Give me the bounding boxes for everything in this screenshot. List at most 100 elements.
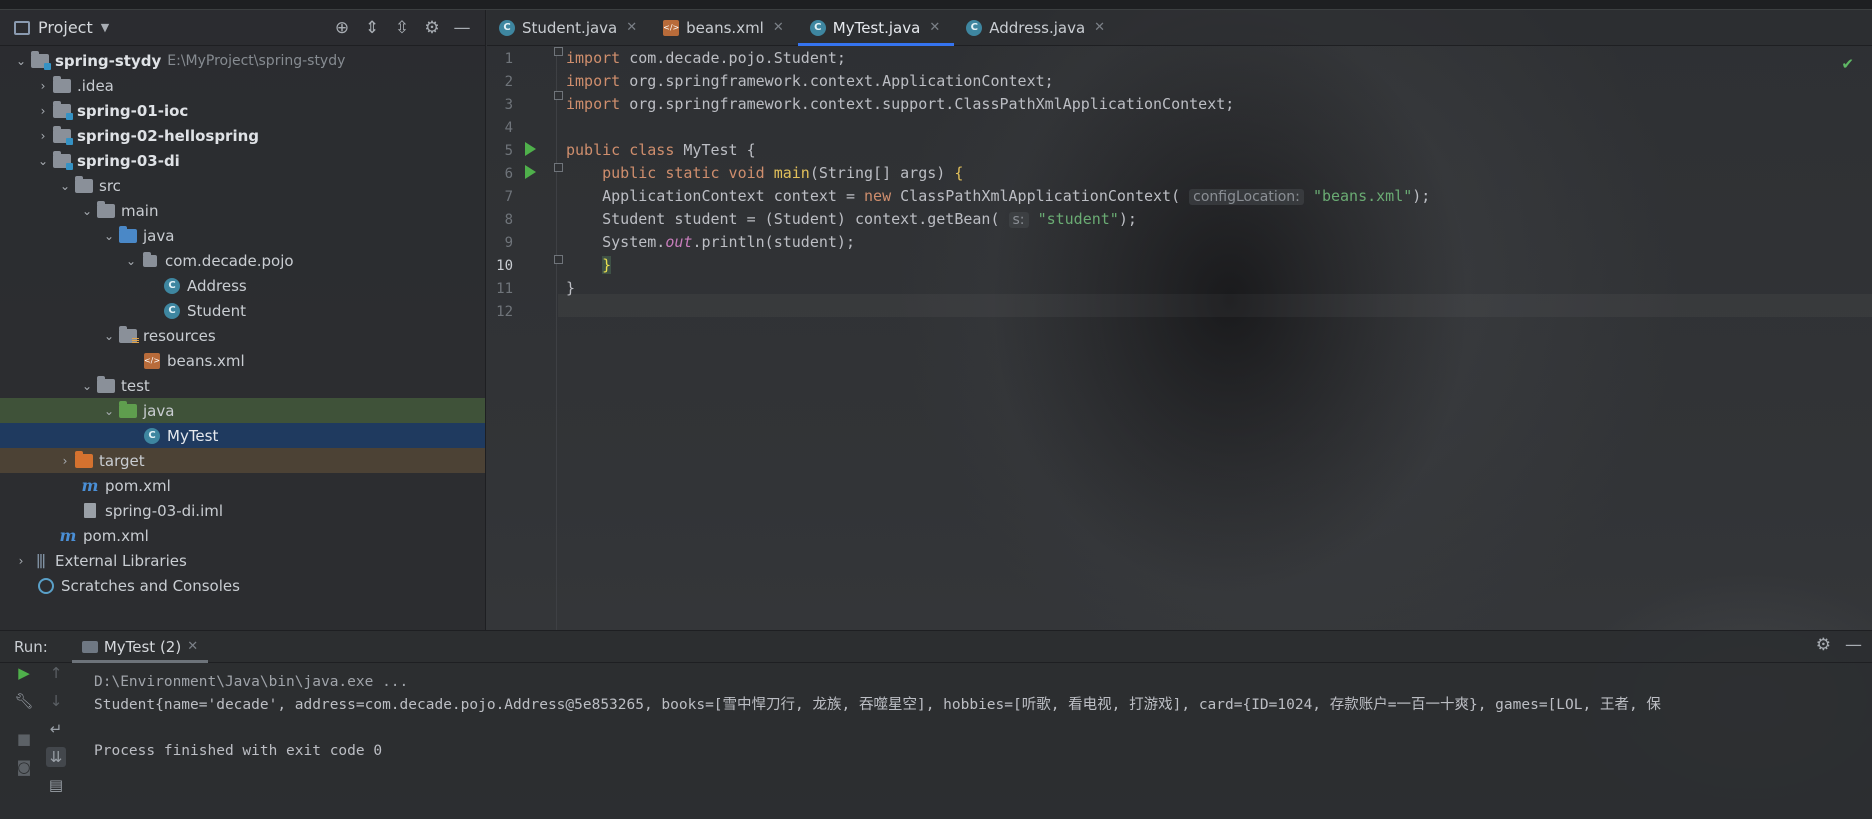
- rerun-icon[interactable]: ▶: [14, 663, 34, 683]
- tree-item-external-libraries[interactable]: › ||| External Libraries: [0, 548, 485, 573]
- chevron-right-icon[interactable]: ›: [34, 104, 52, 118]
- console-output[interactable]: D:\Environment\Java\bin\java.exe ... Stu…: [94, 671, 1872, 763]
- expand-all-icon[interactable]: ⇕: [357, 15, 387, 41]
- class-icon: C: [164, 277, 180, 294]
- line-number: 12: [496, 304, 513, 320]
- code-line-10: }: [602, 256, 612, 274]
- folder-icon: [97, 200, 115, 218]
- tab-address-java[interactable]: C Address.java ✕: [954, 10, 1119, 45]
- tree-item-iml[interactable]: spring-03-di.iml: [0, 498, 485, 523]
- editor-tabs: C Student.java ✕ </> beans.xml ✕ C MyTes…: [487, 10, 1872, 46]
- run-config-icon: [81, 640, 98, 653]
- wrench-icon[interactable]: 🔧︎: [14, 691, 34, 711]
- tab-beans-xml[interactable]: </> beans.xml ✕: [651, 10, 798, 45]
- tree-item-java-test[interactable]: ⌄ java: [0, 398, 485, 423]
- tree-item-beans-xml[interactable]: </> beans.xml: [0, 348, 485, 373]
- fold-icon[interactable]: [554, 255, 563, 264]
- tree-item-main[interactable]: ⌄ main: [0, 198, 485, 223]
- chevron-down-icon[interactable]: ⌄: [100, 229, 118, 243]
- tab-mytest-java[interactable]: C MyTest.java ✕: [797, 10, 955, 46]
- chevron-down-icon[interactable]: ⌄: [78, 204, 96, 218]
- tree-item-target[interactable]: › target: [0, 448, 485, 473]
- chevron-down-icon[interactable]: ⌄: [100, 404, 118, 418]
- chevron-down-icon[interactable]: ⌄: [56, 179, 74, 193]
- close-icon[interactable]: ✕: [929, 20, 940, 35]
- scroll-to-end-icon[interactable]: ⇊: [46, 747, 66, 767]
- current-line-highlight: [558, 294, 1872, 317]
- arrow-down-icon[interactable]: ↓: [46, 691, 66, 711]
- tree-item-src[interactable]: ⌄ src: [0, 173, 485, 198]
- hide-panel-icon[interactable]: —: [1845, 635, 1862, 655]
- close-icon[interactable]: ✕: [773, 20, 784, 35]
- chevron-down-icon[interactable]: ⌄: [100, 329, 118, 343]
- stop-icon[interactable]: ■: [14, 729, 34, 749]
- chevron-right-icon[interactable]: ›: [34, 129, 52, 143]
- gear-icon[interactable]: ⚙: [1816, 635, 1831, 655]
- run-label: Run:: [14, 637, 48, 656]
- line-number: 2: [504, 74, 513, 90]
- tree-item-pom-root[interactable]: m pom.xml: [0, 523, 485, 548]
- chevron-right-icon[interactable]: ›: [34, 79, 52, 93]
- run-tab-mytest[interactable]: MyTest (2) ✕: [71, 631, 209, 663]
- tree-item-label: spring-stydy: [55, 51, 162, 70]
- static-field: out: [665, 233, 693, 251]
- title-bar-strip: [0, 0, 1872, 10]
- module-folder-icon: [31, 50, 51, 70]
- tree-item-pom-module[interactable]: m pom.xml: [0, 473, 485, 498]
- tree-item-spring-01-ioc[interactable]: › spring-01-ioc: [0, 98, 485, 123]
- source-folder-icon: [119, 225, 137, 243]
- locate-icon[interactable]: ⊕: [327, 15, 357, 41]
- run-class-icon[interactable]: [525, 142, 536, 156]
- fold-icon[interactable]: [554, 163, 563, 172]
- chevron-down-icon[interactable]: ⌄: [12, 54, 30, 68]
- no-problems-check-icon[interactable]: ✔: [1841, 55, 1854, 73]
- tab-student-java[interactable]: C Student.java ✕: [487, 10, 651, 45]
- camera-icon[interactable]: ◙: [14, 757, 34, 777]
- tree-item-student[interactable]: C Student: [0, 298, 485, 323]
- code-text: org.springframework.context.ApplicationC…: [629, 72, 1054, 90]
- console-line: D:\Environment\Java\bin\java.exe ...: [94, 674, 409, 690]
- chevron-right-icon[interactable]: ›: [56, 454, 74, 468]
- tree-item-test[interactable]: ⌄ test: [0, 373, 485, 398]
- tree-item-spring-03-di[interactable]: ⌄ spring-03-di: [0, 148, 485, 173]
- tree-item-spring-stydy[interactable]: ⌄ spring-stydy E:\MyProject\spring-stydy: [0, 48, 485, 73]
- chevron-right-icon[interactable]: ›: [12, 554, 30, 568]
- tree-item-java-main[interactable]: ⌄ java: [0, 223, 485, 248]
- excluded-folder-icon: [75, 450, 93, 468]
- parameter-hint: s:: [1008, 212, 1029, 228]
- tree-item-spring-02-hellospring[interactable]: › spring-02-hellospring: [0, 123, 485, 148]
- collapse-all-icon[interactable]: ⇳: [387, 15, 417, 41]
- code-line-1: import com.decade.pojo.Student;: [566, 49, 846, 67]
- tree-item-address[interactable]: C Address: [0, 273, 485, 298]
- project-view-selector[interactable]: Project ▼: [14, 18, 109, 37]
- tree-item-mytest[interactable]: C MyTest: [0, 423, 485, 448]
- code-editor[interactable]: 1 2 3 4 5 6 7 8 9 10 11 12 import com.de…: [487, 47, 1872, 630]
- soft-wrap-icon[interactable]: ↵: [46, 719, 66, 739]
- tree-item-package[interactable]: ⌄ com.decade.pojo: [0, 248, 485, 273]
- close-icon[interactable]: ✕: [1094, 20, 1105, 35]
- code-text: com.decade.pojo.Student;: [629, 49, 846, 67]
- gear-icon[interactable]: ⚙: [417, 15, 447, 41]
- tree-item-resources[interactable]: ⌄ resources: [0, 323, 485, 348]
- fold-icon[interactable]: [554, 91, 563, 100]
- tree-item-scratches[interactable]: Scratches and Consoles: [0, 573, 485, 598]
- hide-panel-icon[interactable]: —: [447, 15, 477, 41]
- code-line-2: import org.springframework.context.Appli…: [566, 72, 1054, 90]
- arrow-up-icon[interactable]: ↑: [46, 663, 66, 683]
- fold-icon[interactable]: [554, 47, 563, 56]
- code-text: MyTest {: [683, 141, 756, 159]
- chevron-down-icon[interactable]: ⌄: [78, 379, 96, 393]
- code-text: );: [1412, 187, 1431, 205]
- close-icon[interactable]: ✕: [626, 20, 637, 35]
- tree-item-label: resources: [143, 326, 216, 345]
- tree-item-idea[interactable]: › .idea: [0, 73, 485, 98]
- close-icon[interactable]: ✕: [187, 639, 198, 654]
- chevron-down-icon[interactable]: ⌄: [122, 254, 140, 268]
- project-tree: ⌄ spring-stydy E:\MyProject\spring-stydy…: [0, 46, 485, 598]
- chevron-down-icon[interactable]: ⌄: [34, 154, 52, 168]
- run-method-icon[interactable]: [525, 165, 536, 179]
- print-icon[interactable]: ▤: [46, 775, 66, 795]
- code-text: (String[] args): [809, 164, 955, 182]
- tree-item-label: spring-03-di: [77, 151, 180, 170]
- code-line-6: public static void main(String[] args) {: [602, 164, 964, 182]
